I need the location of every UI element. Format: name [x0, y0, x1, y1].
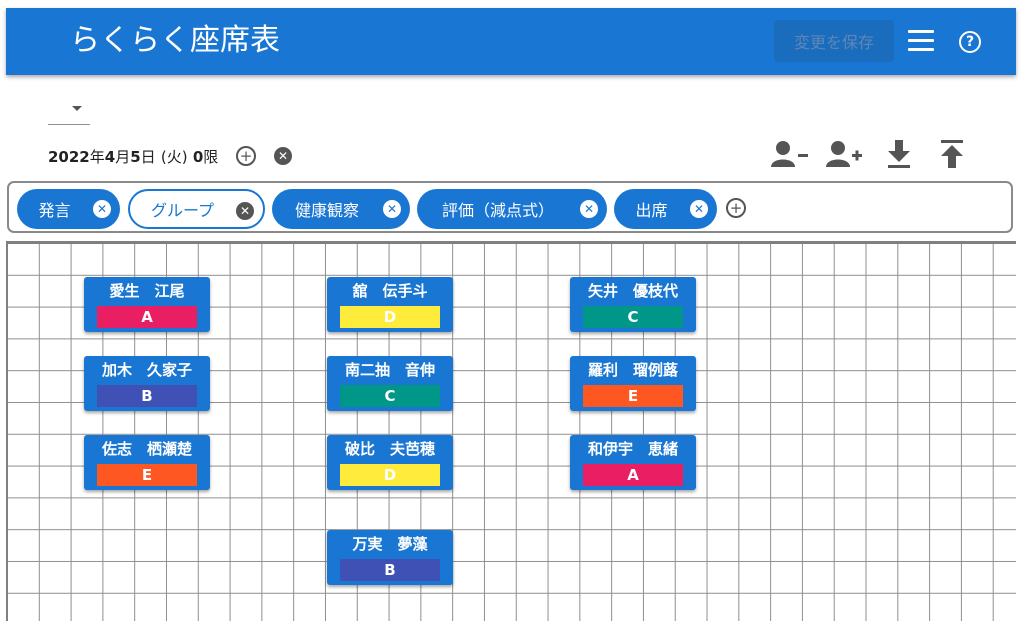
save-button[interactable]: 変更を保存	[774, 20, 894, 62]
close-icon[interactable]: ✕	[690, 200, 708, 218]
student-card[interactable]: 愛生 江尾 A	[84, 277, 210, 332]
class-select[interactable]	[48, 94, 90, 125]
filter-bar: 発言 ✕ グループ ✕ 健康観察 ✕ 評価（減点式） ✕ 出席 ✕ +	[7, 181, 1013, 233]
help-icon[interactable]: ?	[959, 31, 981, 53]
student-card[interactable]: 矢井 優枝代 C	[570, 277, 696, 332]
student-card[interactable]: 南二抽 音伸 C	[327, 356, 453, 411]
student-card[interactable]: 羅利 瑠例蕗 E	[570, 356, 696, 411]
student-card[interactable]: 加木 久家子 B	[84, 356, 210, 411]
group-badge: A	[583, 464, 683, 486]
menu-icon[interactable]	[908, 30, 934, 52]
close-icon[interactable]: ✕	[93, 200, 111, 218]
app-bar: らくらく座席表 変更を保存 ?	[6, 8, 1016, 75]
group-badge: C	[583, 306, 683, 328]
student-card[interactable]: 舘 伝手斗 D	[327, 277, 453, 332]
filter-chip-health[interactable]: 健康観察 ✕	[272, 189, 410, 229]
delete-period-icon[interactable]: ✕	[274, 147, 292, 165]
filter-chip-evaluation[interactable]: 評価（減点式） ✕	[417, 189, 607, 229]
group-badge: D	[340, 464, 440, 486]
filter-chip-speech[interactable]: 発言 ✕	[17, 189, 120, 229]
add-filter-icon[interactable]: +	[726, 198, 746, 218]
session-date: 2022年4月5日 (火) 0限	[48, 148, 219, 166]
upload-icon[interactable]	[939, 139, 965, 169]
filter-chip-group[interactable]: グループ ✕	[128, 189, 265, 229]
group-badge: B	[340, 559, 440, 581]
remove-person-icon[interactable]	[771, 139, 809, 169]
group-badge: A	[97, 306, 197, 328]
student-card[interactable]: 佐志 栖瀬楚 E	[84, 435, 210, 490]
group-badge: D	[340, 306, 440, 328]
filter-chip-attendance[interactable]: 出席 ✕	[614, 189, 717, 229]
add-person-icon[interactable]	[826, 139, 864, 169]
close-icon[interactable]: ✕	[383, 200, 401, 218]
student-card[interactable]: 万実 夢藻 B	[327, 530, 453, 585]
seat-grid[interactable]: 愛生 江尾 A 加木 久家子 B 佐志 栖瀬楚 E 舘 伝手斗 D 南二抽 音伸…	[6, 241, 1016, 621]
close-icon[interactable]: ✕	[236, 202, 254, 220]
group-badge: B	[97, 385, 197, 407]
download-icon[interactable]	[886, 139, 912, 169]
student-card[interactable]: 破比 夫芭穂 D	[327, 435, 453, 490]
student-card[interactable]: 和伊宇 恵緒 A	[570, 435, 696, 490]
group-badge: C	[340, 385, 440, 407]
group-badge: E	[97, 464, 197, 486]
chevron-down-icon	[72, 106, 82, 111]
close-icon[interactable]: ✕	[580, 200, 598, 218]
app-title: らくらく座席表	[70, 23, 280, 58]
group-badge: E	[583, 385, 683, 407]
add-period-icon[interactable]: +	[236, 146, 256, 166]
